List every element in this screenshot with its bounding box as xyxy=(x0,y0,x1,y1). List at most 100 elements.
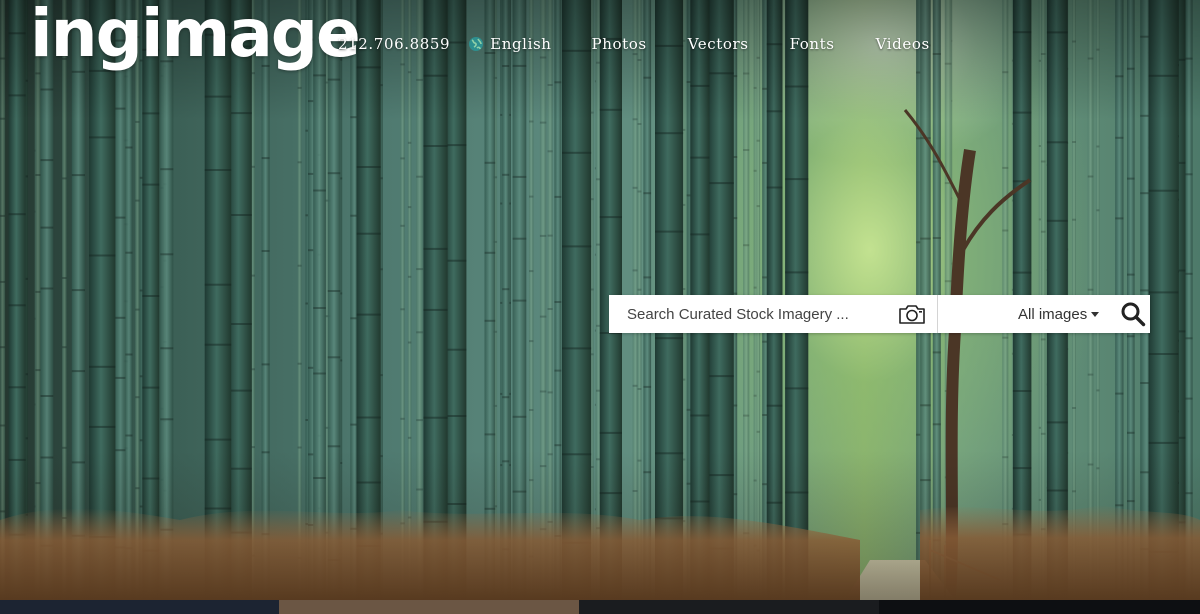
language-label: English xyxy=(490,35,552,53)
bamboo-node xyxy=(1040,432,1046,435)
globe-icon xyxy=(469,37,484,51)
nav-link-videos[interactable]: Videos xyxy=(876,35,930,53)
bamboo-node xyxy=(707,182,734,185)
bamboo-stalk xyxy=(327,0,341,600)
bamboo-node xyxy=(313,477,326,479)
bamboo-node xyxy=(637,459,642,462)
bamboo-node xyxy=(1127,67,1135,70)
bamboo-node xyxy=(1002,336,1009,339)
nav-link-vectors[interactable]: Vectors xyxy=(688,35,749,53)
bamboo-node xyxy=(562,245,592,248)
bamboo-node xyxy=(1072,141,1076,143)
bamboo-node xyxy=(785,491,809,494)
bamboo-node xyxy=(599,108,622,111)
bamboo-stalk xyxy=(1148,0,1179,600)
bamboo-node xyxy=(756,205,760,208)
bamboo-node xyxy=(599,431,622,434)
bamboo-node xyxy=(1115,504,1124,507)
bamboo-node xyxy=(416,268,424,271)
bamboo-stalk xyxy=(554,0,562,600)
bamboo-node xyxy=(1012,31,1032,34)
bamboo-node xyxy=(62,177,67,180)
thumbnail-4[interactable] xyxy=(879,600,1200,614)
bamboo-node xyxy=(135,308,140,311)
bamboo-node xyxy=(637,59,642,61)
bamboo-node xyxy=(89,425,116,428)
bamboo-node xyxy=(1040,53,1046,55)
bamboo-stalk xyxy=(484,0,496,600)
bamboo-node xyxy=(599,216,622,219)
bamboo-stalk xyxy=(529,0,534,600)
bamboo-node xyxy=(1012,111,1032,114)
bamboo-node xyxy=(204,438,232,441)
bamboo-node xyxy=(416,331,424,334)
bamboo-node xyxy=(142,477,160,480)
bamboo-node xyxy=(547,308,553,310)
bamboo-node xyxy=(89,254,116,257)
thumbnail-1[interactable] xyxy=(0,600,279,614)
bamboo-stalk xyxy=(160,0,174,600)
bamboo-node xyxy=(756,139,760,142)
bamboo-node xyxy=(1046,489,1068,492)
bamboo-node xyxy=(502,65,510,67)
bamboo-node xyxy=(529,340,534,343)
bamboo-stalk xyxy=(547,0,553,600)
bamboo-node xyxy=(562,453,592,456)
bamboo-node xyxy=(89,136,116,139)
bamboo-node xyxy=(1185,337,1193,340)
bamboo-node xyxy=(643,471,652,474)
bamboo-node xyxy=(8,213,26,216)
search-submit-button[interactable] xyxy=(1119,300,1147,328)
nav-link-fonts[interactable]: Fonts xyxy=(790,35,835,53)
bamboo-node xyxy=(261,451,270,454)
bamboo-node xyxy=(8,304,26,307)
bamboo-node xyxy=(423,74,448,77)
bamboo-node xyxy=(416,488,424,491)
bamboo-node xyxy=(400,224,405,227)
bamboo-node xyxy=(71,461,85,464)
bamboo-node xyxy=(707,474,734,477)
camera-search-button[interactable] xyxy=(897,302,927,326)
nav-link-photos[interactable]: Photos xyxy=(592,35,647,53)
magnifier-icon xyxy=(1121,302,1146,327)
bamboo-node xyxy=(539,315,547,318)
bamboo-node xyxy=(1087,57,1094,60)
bamboo-node xyxy=(637,190,642,193)
search-input[interactable] xyxy=(625,295,891,333)
bamboo-stalk xyxy=(502,0,510,600)
bamboo-node xyxy=(297,264,302,267)
bamboo-node xyxy=(766,501,783,504)
image-type-dropdown[interactable]: All images xyxy=(1018,306,1100,323)
bamboo-node xyxy=(944,280,952,283)
bamboo-stalk xyxy=(423,0,448,600)
bamboo-node xyxy=(8,458,26,461)
bamboo-node xyxy=(1148,74,1179,77)
bamboo-node xyxy=(400,63,405,66)
logo[interactable]: ingimage xyxy=(30,0,361,73)
bamboo-node xyxy=(313,372,326,375)
bamboo-node xyxy=(416,175,424,178)
bamboo-node xyxy=(40,456,54,459)
bamboo-node xyxy=(632,490,638,492)
bamboo-node xyxy=(125,251,133,254)
language-selector[interactable]: English xyxy=(468,35,551,53)
bamboo-node xyxy=(632,186,638,189)
bamboo-node xyxy=(0,424,6,427)
bamboo-node xyxy=(160,253,174,256)
bamboo-node xyxy=(1127,177,1135,180)
bamboo-node xyxy=(62,277,67,279)
bamboo-node xyxy=(554,369,562,372)
bamboo-stalk xyxy=(261,0,270,600)
bamboo-node xyxy=(756,370,760,373)
bamboo-node xyxy=(313,307,326,309)
bamboo-node xyxy=(655,230,684,233)
bamboo-node xyxy=(655,337,684,340)
bamboo-node xyxy=(71,370,85,373)
bamboo-node xyxy=(160,418,174,421)
thumbnail-2[interactable] xyxy=(279,600,579,614)
thumbnail-3[interactable] xyxy=(579,600,879,614)
bamboo-node xyxy=(204,169,232,171)
bamboo-node xyxy=(1148,353,1179,355)
bamboo-node xyxy=(632,269,638,272)
bamboo-node xyxy=(1148,291,1179,294)
